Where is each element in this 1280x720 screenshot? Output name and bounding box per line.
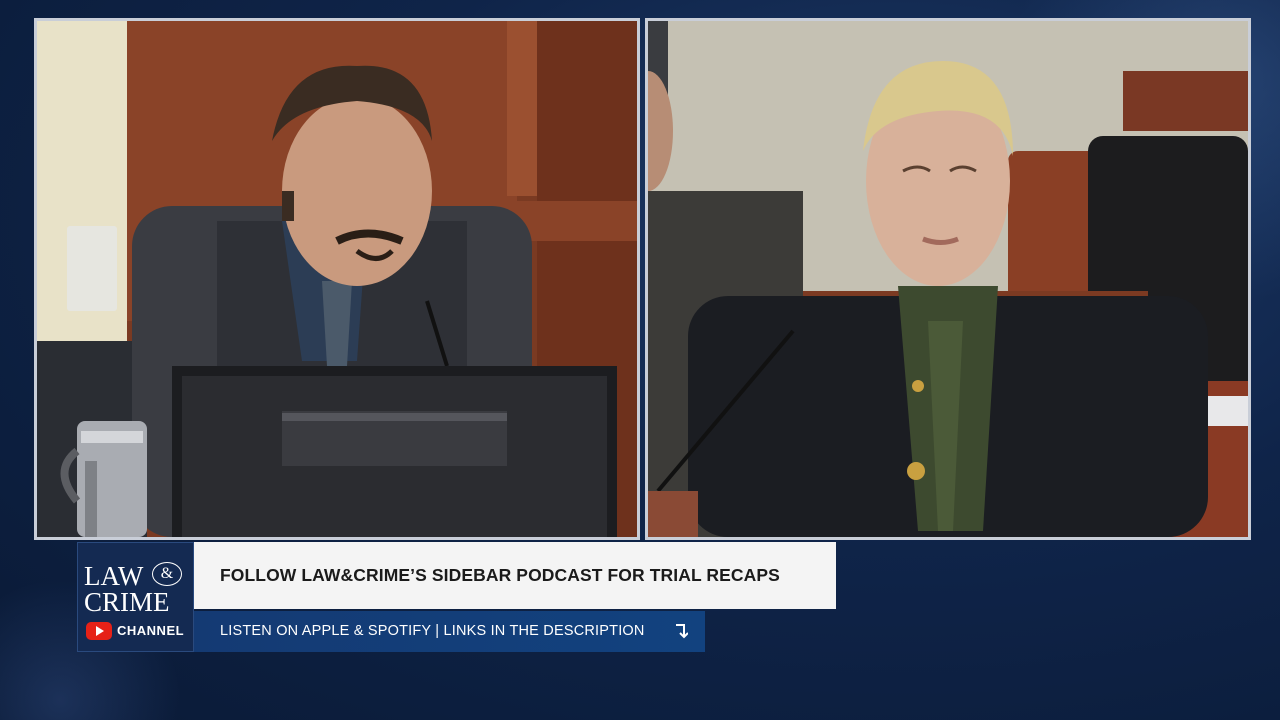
right-video-feed <box>645 18 1251 540</box>
logo-text-crime: CRIME <box>84 587 170 617</box>
headline-bar: FOLLOW LAW&CRIME’S SIDEBAR PODCAST FOR T… <box>194 542 836 609</box>
headline-text: FOLLOW LAW&CRIME’S SIDEBAR PODCAST FOR T… <box>220 565 780 585</box>
witness-stand-scene <box>37 21 637 537</box>
defense-table-scene <box>648 21 1248 537</box>
subline-text: LISTEN ON APPLE & SPOTIFY | LINKS IN THE… <box>220 623 645 639</box>
law-crime-channel-logo[interactable]: LAW & CRIME CHANNEL <box>77 542 194 652</box>
arrow-down-icon <box>676 624 688 639</box>
logo-ampersand: & <box>152 562 182 586</box>
subline-bar[interactable]: LISTEN ON APPLE & SPOTIFY | LINKS IN THE… <box>194 611 705 652</box>
left-video-feed <box>34 18 640 540</box>
youtube-icon <box>86 622 112 640</box>
logo-channel-label: CHANNEL <box>117 623 185 638</box>
